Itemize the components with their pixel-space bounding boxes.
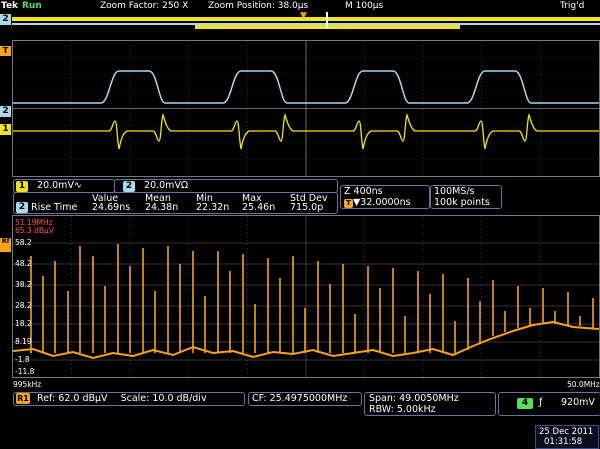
datetime-display[interactable]: 25 Dec 2011 01:31:58	[535, 425, 599, 449]
spectrum-graticule[interactable]: 51.19MHz 65.3 dBµV 58.2 48.2 38.2 28.2 1…	[12, 215, 600, 378]
time: 01:31:58	[544, 437, 583, 447]
rf-reference-level: Ref: 62.0 dBµV	[37, 393, 108, 404]
meas-min: 22.32n	[196, 202, 230, 213]
run-state[interactable]: Run	[22, 0, 42, 12]
zoom-factor: Zoom Factor: 250 X	[100, 1, 189, 11]
rf-scale: Scale: 10.0 dB/div	[120, 393, 207, 404]
rf-badge: R1	[16, 393, 30, 404]
ch2-readout[interactable]: 2 20.0mVΩ	[114, 179, 338, 193]
center-frequency: CF: 25.4975000MHz	[252, 393, 348, 404]
zoom-scale: Z 400ns	[344, 186, 383, 197]
trigger-level: 920mV	[561, 397, 595, 408]
zoom-position: Zoom Position: 38.0µs	[208, 1, 309, 11]
ch1-readout[interactable]: 1 20.0mV∿	[13, 179, 115, 193]
y-tick-3: 28.2	[15, 301, 32, 310]
zoom-timebase-readout[interactable]: Z 400ns T ▼32.0000ns	[340, 185, 430, 209]
rf-reference-readout[interactable]: R1 Ref: 62.0 dBµV Scale: 10.0 dB/div	[13, 392, 245, 406]
ch1-ground-marker[interactable]: 1	[0, 124, 11, 135]
rbw: RBW: 5.00kHz	[369, 404, 436, 415]
overview-channel-marker: 2	[0, 14, 11, 25]
y-tick-0: 58.2	[15, 238, 32, 247]
trigger-position-icon: ▼	[300, 11, 307, 21]
ch1-badge: 1	[16, 181, 28, 192]
rf-reference-marker[interactable]: Rf	[0, 238, 11, 252]
trigger-channel-badge: 4	[517, 398, 533, 409]
meas-value: 24.69ns	[92, 202, 131, 213]
time-domain-plot	[13, 41, 599, 176]
trigger-position: T ▼32.0000ns	[344, 197, 411, 208]
trigger-slope-icon: ƒ	[539, 397, 543, 408]
acquisition-readout[interactable]: 100MS/s 100k points	[430, 185, 502, 209]
horizontal-scale[interactable]: M 100µs	[345, 0, 383, 12]
y-tick-4: 18.2	[15, 319, 32, 328]
date: 25 Dec 2011	[539, 427, 594, 437]
trigger-position-badge: T	[344, 199, 353, 208]
start-frequency: 995kHz	[13, 380, 42, 389]
spectrum-plot	[13, 216, 599, 377]
trigger-state: Trig'd	[560, 1, 585, 11]
trigger-readout[interactable]: 4 ƒ 920mV	[498, 392, 600, 416]
time-domain-graticule[interactable]	[12, 40, 600, 177]
marker-level: 65.3 dBµV	[15, 226, 54, 235]
record-length: 100k points	[434, 197, 490, 208]
y-tick-1: 48.2	[15, 259, 32, 268]
meas-mean: 24.38n	[145, 202, 179, 213]
ch2-scale: 20.0mVΩ	[144, 180, 189, 191]
y-tick-6: -1.8	[15, 355, 30, 364]
span: Span: 49.0050MHz	[369, 393, 459, 404]
zoom-position-line	[326, 12, 328, 28]
ch2-ground-marker[interactable]: 2	[0, 106, 11, 117]
measurement-panel[interactable]: Value Mean Min Max Std Dev 2 Rise Time 2…	[13, 192, 338, 214]
center-frequency-readout[interactable]: CF: 25.4975000MHz	[248, 392, 362, 406]
y-tick-5: 8.19	[15, 337, 32, 346]
stop-frequency: 50.0MHz	[567, 380, 600, 389]
waveform-overview[interactable]: 2 ▼	[0, 12, 600, 38]
meas-source-badge: 2	[16, 202, 28, 213]
span-rbw-readout[interactable]: Span: 49.0050MHz RBW: 5.00kHz	[364, 392, 496, 416]
sample-rate: 100MS/s	[434, 186, 475, 197]
ch1-scale: 20.0mV∿	[37, 180, 82, 191]
meas-stddev: 715.0p	[290, 202, 324, 213]
brand-logo: Tek	[1, 1, 19, 11]
meas-name: Rise Time	[31, 202, 78, 213]
y-tick-2: 38.2	[15, 280, 32, 289]
y-tick-7: -11.8	[15, 367, 35, 376]
meas-max: 25.46n	[242, 202, 276, 213]
ch2-badge: 2	[123, 181, 135, 192]
trigger-level-marker[interactable]: T	[0, 46, 11, 56]
